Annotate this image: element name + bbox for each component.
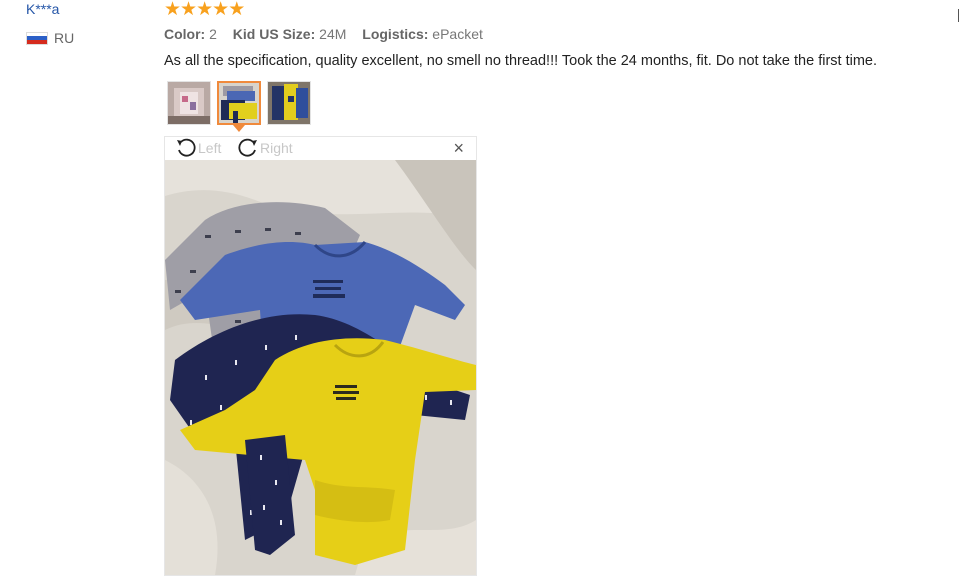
rotate-right-button[interactable]: Right [237,138,293,158]
reviewer-country: RU [26,30,74,46]
star-icon: ★ [212,0,230,20]
russia-flag-icon [26,31,48,45]
star-icon: ★ [228,0,246,20]
thumbnail-2[interactable] [217,81,261,125]
thumbnail-3[interactable] [267,81,311,125]
color-label: Color: [164,26,206,42]
scrollbar-edge [958,9,959,22]
review-text: As all the specification, quality excell… [164,53,878,69]
image-viewer: Left Right × [164,136,477,576]
star-icon: ★ [164,0,182,20]
size-value: 24M [319,26,347,42]
thumbnail-1[interactable] [167,81,211,125]
reviewer-name[interactable]: K***a [26,1,59,17]
color-value: 2 [209,26,217,42]
rotate-right-icon [238,138,257,157]
rotate-left-button[interactable]: Left [175,138,221,158]
photo-thumbnails [167,81,311,125]
selected-thumbnail-indicator [233,125,245,132]
rotate-right-label: Right [260,140,293,156]
logistics-label: Logistics: [362,26,429,42]
rotate-left-label: Left [198,140,222,156]
star-icon: ★ [180,0,198,20]
rotate-left-icon [177,138,196,157]
review-photo [165,160,476,575]
size-label: Kid US Size: [232,26,316,42]
viewer-toolbar: Left Right × [165,137,476,160]
star-icon: ★ [196,0,214,20]
country-code: RU [54,30,75,46]
close-viewer-button[interactable]: × [453,139,464,157]
star-rating: ★ ★ ★ ★ ★ [164,0,246,20]
logistics-value: ePacket [432,26,483,42]
order-info: Color: 2 Kid US Size: 24M Logistics: ePa… [164,26,495,42]
